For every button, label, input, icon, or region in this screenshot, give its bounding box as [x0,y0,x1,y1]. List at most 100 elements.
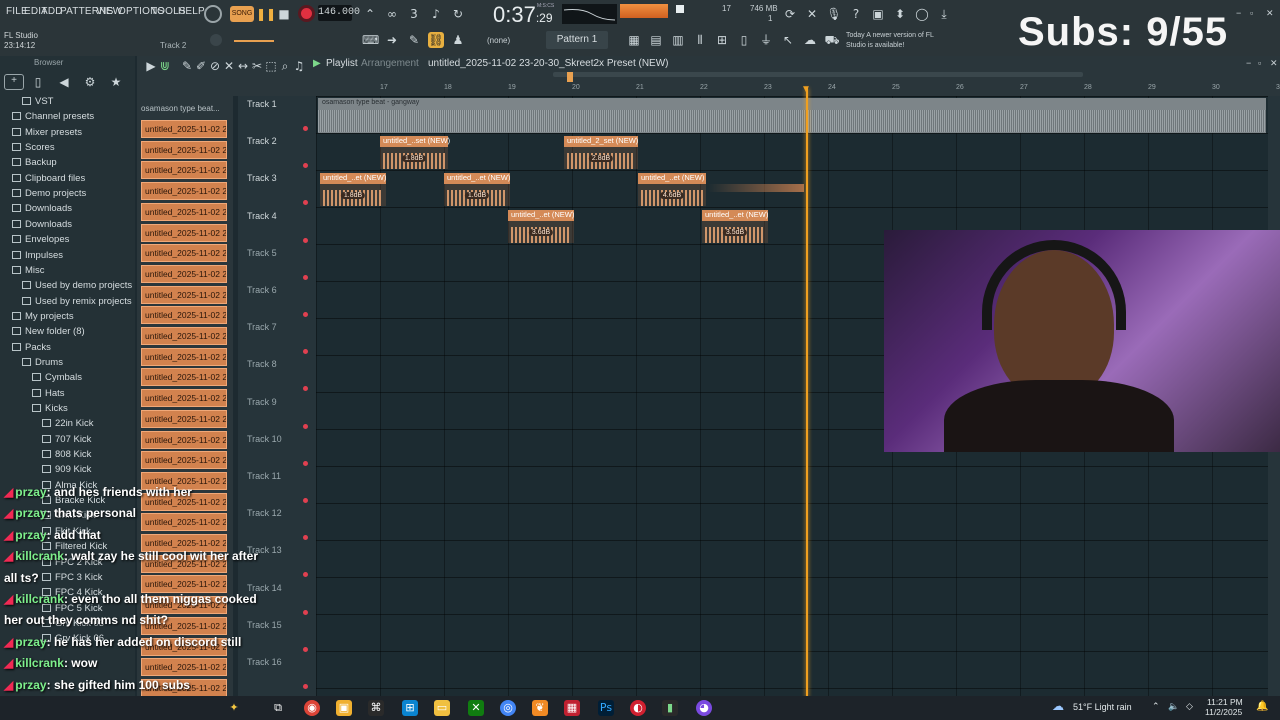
pattern-clip-item[interactable]: untitled_2025-11-02 23- [141,202,227,221]
playlist-arrangement[interactable]: Arrangement [361,58,419,69]
clock-time[interactable]: 11:21 PM [1207,697,1243,707]
master-knob[interactable] [210,34,222,46]
countdown-icon[interactable]: 3 [406,6,422,22]
save-icon[interactable]: ▣ [870,6,886,22]
track1-audio-clip[interactable]: osamason type beat - gangway [318,98,1266,133]
track-mute-led[interactable] [303,237,308,243]
audio-clip[interactable]: untitled_..et (NEW) 1.6dB [444,173,510,206]
master-pitch-slider[interactable] [234,40,274,42]
track-label[interactable]: Track 8 [247,359,277,369]
pattern-clip-item[interactable]: untitled_2025-11-02 23- [141,244,227,263]
news-panel[interactable]: Today A newer version of FL Studio is av… [846,31,936,51]
track-mute-led[interactable] [303,386,308,392]
track-mute-led[interactable] [303,498,308,503]
track-label[interactable]: Track 1 [247,99,277,109]
track-mute-led[interactable] [303,646,308,652]
download-icon[interactable]: ⤓ [936,6,952,22]
explorer-icon[interactable]: ▭ [434,700,450,716]
channel-rack-icon[interactable]: ▥ [670,32,686,48]
track-mute-led[interactable] [303,423,308,429]
weather-icon[interactable]: ☁ [1052,699,1064,713]
photoshop-icon[interactable]: Ps [598,700,614,716]
stamp-icon[interactable]: ♟ [450,32,466,48]
blend-icon[interactable]: ♪ [428,6,444,22]
metronome-icon[interactable]: ⌃ [362,6,378,22]
browser-item[interactable]: 909 Kick [42,462,91,477]
browser-item[interactable]: Clipboard files [12,171,85,186]
snap-link-icon[interactable]: ⛓ [428,32,444,48]
browser-item[interactable]: 22in Kick [42,416,94,431]
pattern-clip-item[interactable]: untitled_2025-11-02 23- [141,389,227,408]
browser-item[interactable]: Mixer presets [12,125,82,140]
pattern-clip-item[interactable]: untitled_2025-11-02 23- [141,451,227,470]
browser-item[interactable]: Kicks [32,401,68,416]
weather-text[interactable]: 51°F Light rain [1073,702,1132,712]
track-mute-led[interactable] [303,274,308,280]
browser-item[interactable]: Packs [12,340,51,355]
browser-item[interactable]: Misc [12,263,45,278]
pattern-clip-item[interactable]: untitled_2025-11-02 23- [141,347,227,366]
browser-item[interactable]: Used by remix projects [22,294,132,309]
tray-chevron-icon[interactable]: ⌃ [1152,701,1160,712]
song-marker[interactable] [567,72,573,82]
browser-item[interactable]: 808 Kick [42,447,91,462]
browser-item[interactable]: New folder (8) [12,324,85,339]
track-mute-led[interactable] [303,126,308,131]
chrome-canary-icon[interactable]: ◎ [500,700,516,716]
audio-clip[interactable]: untitled_..et (NEW) 3.6dB [508,210,574,243]
cart-icon[interactable]: ⛟ [824,32,840,48]
playlist-close-icon[interactable]: ✕ [1270,58,1278,69]
pattern-clip-item[interactable]: untitled_2025-11-02 23- [141,658,227,677]
pattern-clip-item[interactable]: untitled_2025-11-02 23- [141,182,227,201]
discord-icon[interactable]: ◕ [696,700,712,716]
track-label[interactable]: Track 12 [247,508,282,518]
playlist-minimize-icon[interactable]: − [1246,58,1251,68]
pattern-clip-item[interactable]: untitled_2025-11-02 23- [141,327,227,345]
browser-item[interactable]: Scores [12,140,55,155]
xbox-icon[interactable]: ✕ [468,700,484,716]
pattern-clip-item[interactable]: untitled_2025-11-02 23- [141,513,227,532]
tempo-display[interactable]: 146.000 [318,5,360,21]
track-mute-led[interactable] [303,460,308,466]
playback-tool-icon[interactable]: ♫ [291,58,307,74]
stop-icon[interactable]: ■ [276,6,292,22]
task-view-icon[interactable]: ⧉ [270,700,286,716]
fl-studio-icon[interactable]: ❦ [532,700,548,716]
track-label[interactable]: Track 3 [247,173,277,183]
code-icon[interactable]: ⌘ [368,700,384,716]
pause-icon[interactable]: ❚❚ [256,6,276,22]
pattern-clip-item[interactable]: untitled_2025-11-02 23- [141,575,227,594]
audio-clip[interactable]: untitled_..set (NEW) 1.8dB [380,136,450,169]
pattern-clip-item[interactable]: untitled_2025-11-02 23- [141,285,227,304]
plug-icon[interactable]: ⏚ [758,32,774,48]
horizontal-scrollbar[interactable] [553,72,1083,77]
browser-item[interactable]: Backup [12,155,57,170]
track-mute-led[interactable] [303,200,308,206]
record-button[interactable] [298,5,315,22]
minimize-icon[interactable]: − [1236,8,1241,18]
cursor-icon[interactable]: ↖ [780,32,796,48]
obs-icon[interactable]: ◐ [630,700,646,716]
playlist-icon[interactable]: ▦ [626,32,642,48]
browser-icon[interactable]: ⊞ [714,32,730,48]
cloud-icon[interactable]: ☁ [802,32,818,48]
browser-plugin-icon[interactable]: ⚙ [82,74,98,90]
track-mute-led[interactable] [303,609,308,615]
browser-item[interactable]: Hats [32,386,65,401]
mic-icon[interactable]: 🎙 [826,6,842,22]
browser-item[interactable]: Envelopes [12,232,69,247]
app-red-icon[interactable]: ▦ [564,700,580,716]
chat-icon[interactable]: ◯ [914,6,930,22]
pattern-clip-item[interactable]: untitled_2025-11-02 23- [141,409,227,428]
piano-roll-icon[interactable]: ▤ [648,32,664,48]
volume-icon[interactable]: 🔈 [1168,701,1179,712]
browser-item[interactable]: Cymbals [32,370,82,385]
pattern-selector[interactable]: Pattern 1 [546,31,608,49]
browser-file-icon[interactable]: ▯ [30,74,46,90]
track-mute-led[interactable] [303,684,308,689]
track-mute-led[interactable] [303,163,308,169]
pencil-icon[interactable]: ✎ [406,32,422,48]
wait-icon[interactable]: ∞ [384,6,400,22]
pattern-clip-item[interactable]: untitled_2025-11-02 23- [141,430,227,449]
track-mute-led[interactable] [303,535,308,541]
